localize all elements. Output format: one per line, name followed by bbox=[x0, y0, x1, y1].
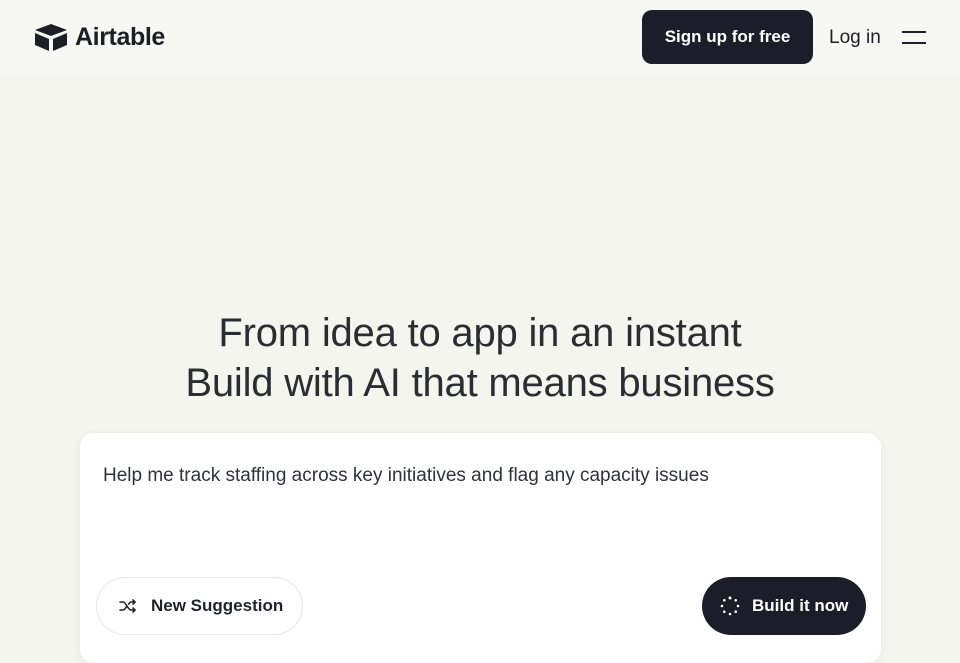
hero-title-line-1: From idea to app in an instant bbox=[218, 311, 742, 355]
top-navigation-bar: Airtable Sign up for free Log in bbox=[0, 0, 960, 76]
shuffle-icon bbox=[119, 598, 137, 614]
new-suggestion-button[interactable]: New Suggestion bbox=[96, 577, 303, 635]
menu-button[interactable] bbox=[900, 26, 928, 50]
airtable-logo-icon bbox=[35, 24, 67, 51]
logo-text: Airtable bbox=[75, 22, 165, 51]
log-in-link[interactable]: Log in bbox=[829, 26, 881, 50]
hero-title-line-2: Build with AI that means business bbox=[185, 361, 775, 405]
hero-heading: From idea to app in an instant Build wit… bbox=[0, 308, 960, 408]
loading-spinner-icon bbox=[720, 596, 740, 616]
new-suggestion-label: New Suggestion bbox=[151, 596, 284, 615]
build-it-now-label: Build it now bbox=[752, 596, 849, 615]
prompt-input[interactable]: Help me track staffing across key initia… bbox=[103, 463, 863, 489]
airtable-logo[interactable]: Airtable bbox=[33, 22, 165, 52]
hamburger-menu-icon bbox=[902, 31, 926, 44]
ai-prompt-card: Help me track staffing across key initia… bbox=[80, 433, 881, 663]
sign-up-button[interactable]: Sign up for free bbox=[642, 10, 813, 64]
build-it-now-button[interactable]: Build it now bbox=[702, 577, 866, 635]
